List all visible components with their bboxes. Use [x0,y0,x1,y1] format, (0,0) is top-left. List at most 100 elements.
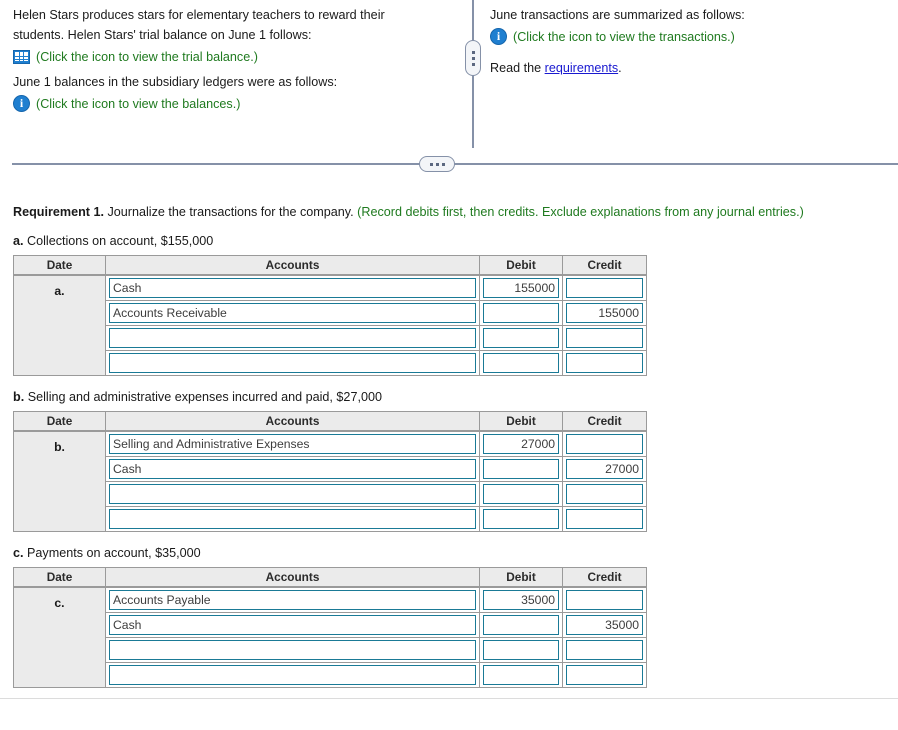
debit-input[interactable] [483,303,559,323]
problem-left-panel: Helen Stars produces stars for elementar… [0,4,462,152]
journal-cell-debit [480,457,563,482]
journal-cell-credit [563,588,647,613]
info-icon[interactable]: i [490,28,507,45]
entry-prompt-a: a. Collections on account, $155,000 [13,233,898,249]
credit-input[interactable] [566,353,643,373]
debit-input[interactable] [483,665,559,685]
trial-balance-hint-row[interactable]: (Click the icon to view the trial balanc… [13,47,452,66]
credit-input[interactable] [566,459,643,479]
credit-input[interactable] [566,434,643,454]
journal-header-row: Date Accounts Debit Credit [13,255,647,276]
entry-prompt-letter: b. [13,390,25,404]
account-input[interactable] [109,615,476,635]
debit-input[interactable] [483,328,559,348]
account-input[interactable] [109,353,476,373]
journal-cell-account [106,663,480,688]
vertical-splitter[interactable] [465,0,481,148]
transactions-hint-row[interactable]: i (Click the icon to view the transactio… [490,27,888,46]
journal-cell-credit [563,482,647,507]
credit-input[interactable] [566,484,643,504]
journal-cell-credit [563,613,647,638]
credit-input[interactable] [566,328,643,348]
journal-cell-debit [480,663,563,688]
account-input[interactable] [109,278,476,298]
account-input[interactable] [109,509,476,529]
credit-input[interactable] [566,278,643,298]
journal-cell-account [106,457,480,482]
answer-area: Requirement 1. Journalize the transactio… [0,176,898,714]
horizontal-splitter[interactable] [0,152,898,176]
debit-input[interactable] [483,484,559,504]
credit-input[interactable] [566,509,643,529]
journal-cell-account [106,588,480,613]
journal-row [13,326,647,351]
requirements-link[interactable]: requirements [545,61,619,75]
account-input[interactable] [109,459,476,479]
dot-glyph [435,162,439,166]
debit-input[interactable] [483,640,559,660]
journal-row [13,482,647,507]
column-header-credit: Credit [563,411,647,432]
table-grid-icon[interactable] [13,49,30,64]
debit-input[interactable] [483,615,559,635]
column-header-accounts: Accounts [106,255,480,276]
journal-cell-credit [563,276,647,301]
credit-input[interactable] [566,615,643,635]
debit-input[interactable] [483,353,559,373]
credit-input[interactable] [566,303,643,323]
account-input[interactable] [109,590,476,610]
vertical-splitter-handle[interactable] [465,40,481,76]
account-input[interactable] [109,640,476,660]
account-input[interactable] [109,328,476,348]
subsidiary-ledger-line: June 1 balances in the subsidiary ledger… [13,75,338,89]
entry-prompt-letter: c. [13,546,24,560]
column-header-credit: Credit [563,567,647,588]
dot-glyph [471,56,475,60]
requirement-label: Requirement 1. [13,205,104,219]
column-header-date: Date [13,411,106,432]
journal-cell-credit [563,457,647,482]
trial-balance-hint-label: (Click the icon to view the trial balanc… [36,49,258,64]
entry-prompt-b: b. Selling and administrative expenses i… [13,389,898,405]
horizontal-splitter-handle[interactable] [419,156,455,172]
journal-cell-credit [563,432,647,457]
debit-input[interactable] [483,590,559,610]
journal-row [13,301,647,326]
problem-intro-line-1: Helen Stars produces stars for elementar… [13,8,385,22]
balances-hint-row[interactable]: i (Click the icon to view the balances.) [13,94,452,113]
credit-input[interactable] [566,640,643,660]
credit-input[interactable] [566,665,643,685]
debit-input[interactable] [483,509,559,529]
journal-row: b. [13,432,647,532]
journal-cell-debit [480,301,563,326]
credit-input[interactable] [566,590,643,610]
debit-input[interactable] [483,278,559,298]
journal-cell-account [106,507,480,532]
debit-input[interactable] [483,434,559,454]
dot-glyph [441,162,445,166]
journal-row [13,351,647,376]
journal-cell-account [106,638,480,663]
entry-prompt-text: Collections on account, $155,000 [23,234,214,248]
transactions-hint-label: (Click the icon to view the transactions… [513,29,735,44]
problem-intro-line-2: students. Helen Stars' trial balance on … [13,28,312,42]
journal-row [13,663,647,688]
journal-table-b: Date Accounts Debit Credit b. [13,411,647,532]
horizontal-splitter-line [12,163,898,165]
column-header-accounts: Accounts [106,567,480,588]
journal-table-a: Date Accounts Debit Credit a. [13,255,647,376]
dot-glyph [429,162,433,166]
journal-cell-credit [563,638,647,663]
journal-header-row: Date Accounts Debit Credit [13,411,647,432]
entry-prompt-text: Selling and administrative expenses incu… [24,390,382,404]
account-input[interactable] [109,303,476,323]
entry-date-label: b. [13,432,106,532]
entry-prompt-c: c. Payments on account, $35,000 [13,545,898,561]
debit-input[interactable] [483,459,559,479]
account-input[interactable] [109,484,476,504]
account-input[interactable] [109,434,476,454]
dot-glyph [471,62,475,66]
journal-cell-debit [480,276,563,301]
info-icon[interactable]: i [13,95,30,112]
account-input[interactable] [109,665,476,685]
